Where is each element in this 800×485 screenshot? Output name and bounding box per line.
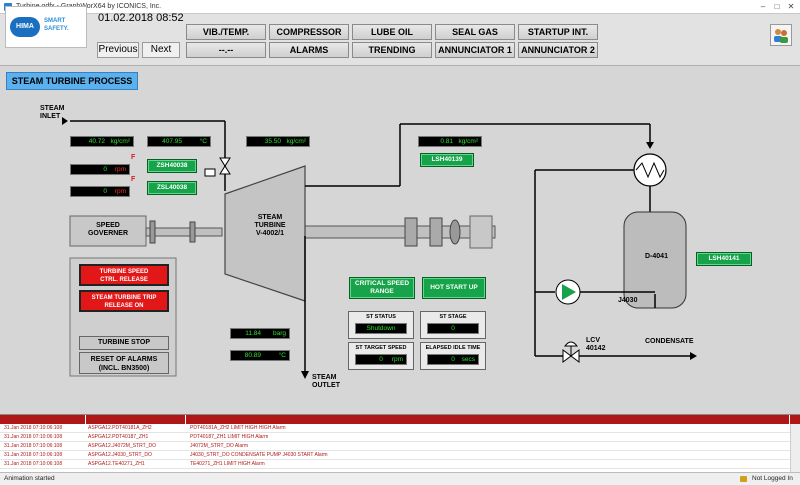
alarm-col-time[interactable] bbox=[0, 415, 86, 424]
menu-lube-oil[interactable]: LUBE OIL bbox=[352, 24, 432, 40]
idle-time-value: 0 secs bbox=[427, 354, 479, 365]
table-row[interactable]: 31.Jan 2018 07:10:06:108 ASPGA12.PDT40187… bbox=[0, 433, 790, 442]
alarm-col-desc[interactable] bbox=[186, 415, 790, 424]
outlet-temp-display: 80.89 °C bbox=[230, 350, 290, 361]
st-target-label: ST TARGET SPEED bbox=[355, 345, 407, 351]
critical-speed-button[interactable]: CRITICAL SPEED RANGE bbox=[349, 277, 415, 299]
menu-alarms[interactable]: ALARMS bbox=[269, 42, 349, 58]
menu-startup-int[interactable]: STARTUP INT. bbox=[518, 24, 598, 40]
lock-icon bbox=[740, 476, 747, 482]
inlet-valve-bottom bbox=[219, 165, 231, 175]
valve-actuator bbox=[204, 168, 216, 177]
status-left: Animation started bbox=[4, 475, 55, 482]
table-row[interactable]: 31.Jan 2018 07:10:06:108 ASPGA12.J4072M_S… bbox=[0, 442, 790, 451]
idle-time-label: ELAPSED IDLE TIME bbox=[425, 345, 481, 351]
st-status-value: Shutdown bbox=[355, 323, 407, 334]
speed-display-2: 0 rpm bbox=[70, 186, 130, 197]
menu-blank[interactable]: --.-- bbox=[186, 42, 266, 58]
speed-flag-1: F bbox=[131, 154, 136, 161]
menu-seal-gas[interactable]: SEAL GAS bbox=[435, 24, 515, 40]
st-stage-panel: ST STAGE 0 bbox=[420, 311, 486, 339]
lsh40141-indicator[interactable]: LSH40141 bbox=[696, 252, 752, 266]
zsh-indicator[interactable]: ZSH40038 bbox=[147, 159, 197, 173]
hot-start-button[interactable]: HOT START UP bbox=[422, 277, 486, 299]
idle-time-panel: ELAPSED IDLE TIME 0 secs bbox=[420, 342, 486, 370]
st-stage-label: ST STAGE bbox=[439, 314, 467, 320]
status-bar: Animation started Not Logged In bbox=[0, 472, 800, 485]
trip-release-button[interactable]: STEAM TURBINE TRIP RELEASE ON bbox=[79, 290, 169, 312]
menu-compressor[interactable]: COMPRESSOR bbox=[269, 24, 349, 40]
speed-display-1: 0 rpm bbox=[70, 164, 130, 175]
menu-annunciator-1[interactable]: ANNUNCIATOR 1 bbox=[435, 42, 515, 58]
lsh40139-indicator[interactable]: LSH40139 bbox=[420, 153, 474, 167]
table-row[interactable]: 31.Jan 2018 07:10:06:108 ASPGA12.TE40271_… bbox=[0, 460, 790, 469]
turbine-pressure-display: 35.50 kg/cm² bbox=[246, 136, 310, 147]
menu-vib-temp[interactable]: VIB./TEMP. bbox=[186, 24, 266, 40]
extraction-pressure-display: 0.81 kg/cm² bbox=[418, 136, 482, 147]
steam-inlet-label: STEAM INLET bbox=[40, 105, 65, 120]
hima-logo: HIMA SMART SAFETY. bbox=[5, 6, 87, 48]
user-login-button[interactable] bbox=[770, 24, 792, 46]
lcv-label: LCV 40142 bbox=[586, 337, 606, 352]
condensate-label: CONDENSATE bbox=[645, 338, 694, 345]
turbine-speed-release-button[interactable]: TURBINE SPEED CTRL. RELEASE bbox=[79, 264, 169, 286]
turbine-label: STEAM TURBINE V-4002/1 bbox=[254, 214, 286, 237]
inlet-pressure-display: 40.72 kg/cm² bbox=[70, 136, 134, 147]
shaft-right bbox=[304, 225, 496, 239]
close-icon[interactable]: ✕ bbox=[786, 2, 796, 12]
speed-flag-2: F bbox=[131, 176, 136, 183]
coupling-right bbox=[429, 217, 443, 247]
outlet-pressure-display: 11.84 barg bbox=[230, 328, 290, 339]
zsl-indicator[interactable]: ZSL40038 bbox=[147, 181, 197, 195]
coupling-left bbox=[404, 217, 418, 247]
alarm-col-tag[interactable] bbox=[86, 415, 186, 424]
login-status: Not Logged In bbox=[752, 475, 793, 482]
lcv-actuator bbox=[563, 341, 579, 347]
users-icon bbox=[774, 29, 788, 43]
table-row[interactable]: 31.Jan 2018 07:10:06:108 ASPGA12.PDT40181… bbox=[0, 424, 790, 433]
previous-button[interactable]: Previous bbox=[97, 42, 139, 58]
alarm-table-header bbox=[0, 415, 800, 424]
table-row[interactable]: 31.Jan 2018 07:10:06:108 ASPGA12.J4030_ST… bbox=[0, 451, 790, 460]
coupling-housing bbox=[469, 215, 493, 249]
heat-exchanger bbox=[633, 153, 667, 187]
pump-label: J4030 bbox=[618, 297, 638, 304]
turbine-stop-button[interactable]: TURBINE STOP bbox=[79, 336, 169, 350]
reset-alarms-button[interactable]: RESET OF ALARMS (INCL. BN3500) bbox=[79, 352, 169, 374]
minimize-icon[interactable]: – bbox=[758, 2, 768, 12]
current-datetime: 01.02.2018 08:52 bbox=[98, 12, 184, 24]
st-status-label: ST STATUS bbox=[366, 314, 396, 320]
st-target-value: 0 rpm bbox=[355, 354, 407, 365]
logo-brand: HIMA bbox=[10, 17, 40, 37]
outlet-arrow bbox=[301, 371, 309, 379]
inlet-valve-top bbox=[219, 157, 231, 167]
st-stage-value: 0 bbox=[427, 323, 479, 334]
logo-tagline: SMART SAFETY. bbox=[44, 18, 69, 32]
st-target-panel: ST TARGET SPEED 0 rpm bbox=[348, 342, 414, 370]
vessel-label: D-4041 bbox=[645, 253, 668, 260]
alarm-table: 31.Jan 2018 07:10:06:108 ASPGA12.PDT40181… bbox=[0, 414, 800, 472]
menu-annunciator-2[interactable]: ANNUNCIATOR 2 bbox=[518, 42, 598, 58]
shaft-left bbox=[145, 227, 223, 237]
alarm-scrollbar[interactable] bbox=[790, 424, 800, 472]
maximize-icon[interactable]: □ bbox=[772, 2, 782, 12]
menu-trending[interactable]: TRENDING bbox=[352, 42, 432, 58]
steam-outlet-label: STEAM OUTLET bbox=[312, 374, 340, 389]
speed-governer-label: SPEED GOVERNER bbox=[87, 222, 129, 237]
st-status-panel: ST STATUS Shutdown bbox=[348, 311, 414, 339]
next-button[interactable]: Next bbox=[142, 42, 180, 58]
inlet-temp-display: 407.95 °C bbox=[147, 136, 211, 147]
